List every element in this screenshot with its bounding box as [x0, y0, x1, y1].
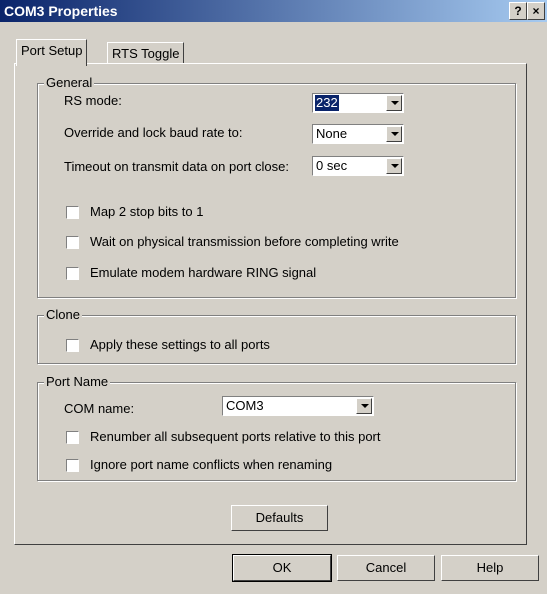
baud-rate-label: Override and lock baud rate to:: [64, 125, 243, 140]
emulate-ring-checkbox[interactable]: [66, 267, 79, 280]
renumber-ports-label: Renumber all subsequent ports relative t…: [90, 429, 381, 444]
clone-legend: Clone: [44, 307, 82, 322]
wait-transmission-checkbox[interactable]: [66, 236, 79, 249]
baud-rate-select[interactable]: None: [312, 124, 404, 144]
timeout-label: Timeout on transmit data on port close:: [64, 159, 289, 174]
tab-rts-toggle[interactable]: RTS Toggle: [107, 42, 185, 65]
defaults-button[interactable]: Defaults: [231, 505, 328, 531]
com-name-select[interactable]: COM3: [222, 396, 374, 416]
cancel-button[interactable]: Cancel: [337, 555, 435, 581]
timeout-value: 0 sec: [316, 158, 348, 173]
close-icon[interactable]: ×: [527, 2, 545, 20]
map-stop-bits-label: Map 2 stop bits to 1: [90, 204, 204, 219]
apply-all-ports-checkbox[interactable]: [66, 339, 79, 352]
map-stop-bits-checkbox[interactable]: [66, 206, 79, 219]
tab-port-setup[interactable]: Port Setup: [16, 39, 88, 66]
emulate-ring-label: Emulate modem hardware RING signal: [90, 265, 317, 280]
renumber-ports-checkbox[interactable]: [66, 431, 79, 444]
ignore-conflicts-checkbox[interactable]: [66, 459, 79, 472]
chevron-down-icon[interactable]: [356, 398, 372, 414]
baud-rate-value: None: [316, 126, 348, 141]
ignore-conflicts-label: Ignore port name conflicts when renaming: [90, 457, 333, 472]
general-legend: General: [44, 75, 95, 90]
rs-mode-select[interactable]: 232: [312, 93, 404, 113]
timeout-select[interactable]: 0 sec: [312, 156, 404, 176]
com-name-value: COM3: [226, 398, 264, 413]
port-name-legend: Port Name: [44, 374, 111, 389]
ok-button[interactable]: OK: [232, 554, 332, 582]
title-bar: COM3 Properties ? ×: [0, 0, 547, 22]
com-name-label: COM name:: [64, 401, 135, 416]
rs-mode-label: RS mode:: [64, 93, 122, 108]
window-title: COM3 Properties: [4, 3, 118, 19]
help-icon[interactable]: ?: [509, 2, 527, 20]
rs-mode-value: 232: [315, 95, 339, 111]
chevron-down-icon[interactable]: [386, 158, 402, 174]
chevron-down-icon[interactable]: [386, 126, 402, 142]
help-button[interactable]: Help: [441, 555, 539, 581]
apply-all-ports-label: Apply these settings to all ports: [90, 337, 270, 352]
chevron-down-icon[interactable]: [386, 95, 402, 111]
wait-transmission-label: Wait on physical transmission before com…: [90, 234, 399, 249]
